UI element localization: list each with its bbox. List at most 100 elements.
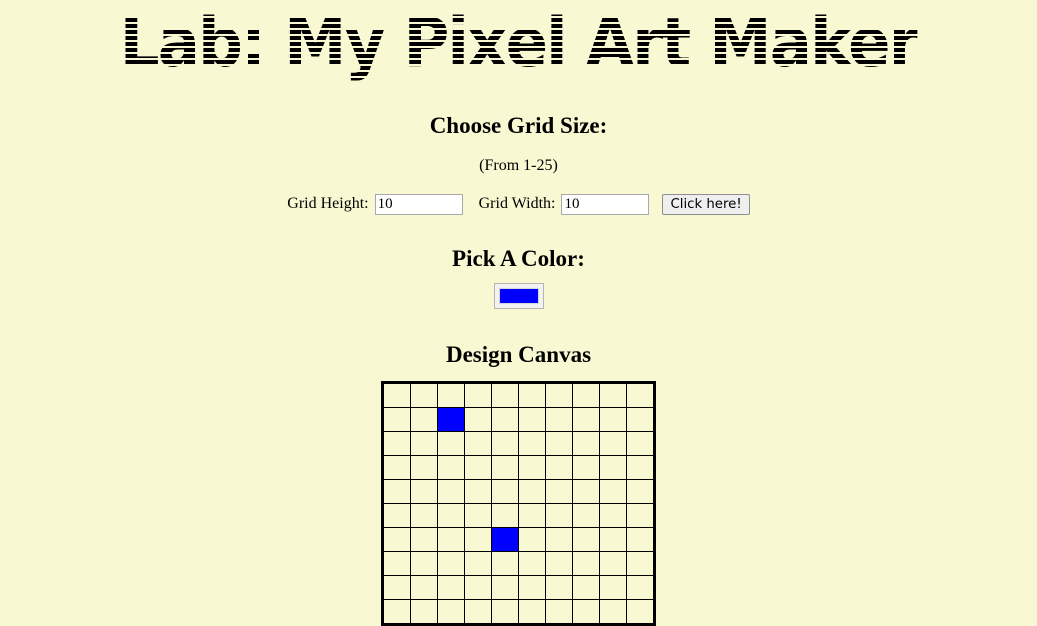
pixel-cell[interactable]: [518, 407, 546, 432]
pixel-cell[interactable]: [572, 575, 600, 600]
pixel-cell[interactable]: [545, 407, 573, 432]
pixel-cell[interactable]: [572, 382, 600, 408]
grid-height-label: Grid Height:: [287, 195, 372, 212]
pixel-cell[interactable]: [599, 455, 627, 480]
pixel-cell[interactable]: [545, 455, 573, 480]
pixel-cell[interactable]: [464, 382, 492, 408]
pixel-cell[interactable]: [382, 382, 411, 408]
pixel-cell[interactable]: [382, 407, 411, 432]
pixel-cell[interactable]: [572, 455, 600, 480]
pixel-cell[interactable]: [437, 551, 465, 576]
pixel-cell[interactable]: [626, 503, 655, 528]
color-picker-heading: Pick A Color:: [452, 246, 585, 271]
pixel-cell[interactable]: [572, 479, 600, 504]
pixel-cell[interactable]: [464, 455, 492, 480]
pixel-cell[interactable]: [410, 575, 438, 600]
pixel-cell[interactable]: [382, 527, 411, 552]
pixel-cell[interactable]: [491, 431, 519, 456]
pixel-cell[interactable]: [464, 527, 492, 552]
pixel-grid-row: [382, 479, 655, 504]
pixel-cell[interactable]: [518, 455, 546, 480]
pixel-cell[interactable]: [382, 551, 411, 576]
pixel-cell[interactable]: [545, 503, 573, 528]
color-picker-input[interactable]: [493, 283, 544, 309]
pixel-cell[interactable]: [545, 575, 573, 600]
pixel-cell[interactable]: [572, 527, 600, 552]
pixel-cell[interactable]: [518, 382, 546, 408]
pixel-cell[interactable]: [572, 551, 600, 576]
pixel-cell[interactable]: [518, 575, 546, 600]
pixel-cell[interactable]: [626, 382, 655, 408]
pixel-cell[interactable]: [518, 551, 546, 576]
pixel-cell[interactable]: [545, 551, 573, 576]
design-canvas-heading: Design Canvas: [445, 342, 592, 367]
pixel-cell[interactable]: [491, 503, 519, 528]
pixel-cell[interactable]: [545, 527, 573, 552]
pixel-cell[interactable]: [545, 479, 573, 504]
pixel-cell[interactable]: [410, 479, 438, 504]
pixel-cell[interactable]: [437, 503, 465, 528]
pixel-cell[interactable]: [410, 431, 438, 456]
pixel-cell[interactable]: [626, 407, 655, 432]
pixel-cell[interactable]: [518, 527, 546, 552]
pixel-cell[interactable]: [599, 551, 627, 576]
pixel-cell[interactable]: [599, 431, 627, 456]
pixel-cell[interactable]: [518, 503, 546, 528]
pixel-cell[interactable]: [518, 431, 546, 456]
pixel-cell[interactable]: [491, 479, 519, 504]
pixel-cell[interactable]: [626, 551, 655, 576]
pixel-cell[interactable]: [626, 479, 655, 504]
pixel-cell[interactable]: [410, 382, 438, 408]
pixel-cell[interactable]: [382, 479, 411, 504]
pixel-cell[interactable]: [491, 527, 519, 552]
pixel-cell[interactable]: [464, 479, 492, 504]
pixel-cell[interactable]: [464, 551, 492, 576]
pixel-cell[interactable]: [410, 551, 438, 576]
pixel-cell[interactable]: [545, 431, 573, 456]
pixel-cell[interactable]: [382, 455, 411, 480]
pixel-grid[interactable]: [381, 381, 656, 626]
pixel-cell[interactable]: [437, 382, 465, 408]
grid-height-input[interactable]: [374, 193, 463, 215]
pixel-cell[interactable]: [382, 575, 411, 600]
pixel-cell[interactable]: [491, 551, 519, 576]
pixel-cell[interactable]: [410, 527, 438, 552]
pixel-cell[interactable]: [410, 455, 438, 480]
pixel-cell[interactable]: [626, 575, 655, 600]
pixel-cell[interactable]: [518, 479, 546, 504]
pixel-cell[interactable]: [545, 382, 573, 408]
grid-width-input[interactable]: [561, 193, 650, 215]
page-header: Lab: My Pixel Art Maker: [0, 0, 1037, 84]
pixel-cell[interactable]: [464, 575, 492, 600]
pixel-cell[interactable]: [437, 527, 465, 552]
pixel-cell[interactable]: [437, 407, 465, 432]
pixel-cell[interactable]: [382, 431, 411, 456]
pixel-cell[interactable]: [599, 503, 627, 528]
pixel-cell[interactable]: [491, 575, 519, 600]
submit-grid-size-button[interactable]: Click here!: [662, 193, 750, 215]
pixel-cell[interactable]: [464, 431, 492, 456]
pixel-cell[interactable]: [599, 527, 627, 552]
pixel-cell[interactable]: [464, 407, 492, 432]
pixel-cell[interactable]: [410, 503, 438, 528]
pixel-cell[interactable]: [464, 503, 492, 528]
pixel-cell[interactable]: [410, 407, 438, 432]
pixel-cell[interactable]: [491, 455, 519, 480]
pixel-cell[interactable]: [491, 407, 519, 432]
pixel-cell[interactable]: [572, 407, 600, 432]
pixel-cell[interactable]: [626, 527, 655, 552]
pixel-cell[interactable]: [491, 382, 519, 408]
pixel-cell[interactable]: [437, 479, 465, 504]
pixel-cell[interactable]: [382, 503, 411, 528]
pixel-cell[interactable]: [572, 503, 600, 528]
pixel-cell[interactable]: [626, 431, 655, 456]
pixel-cell[interactable]: [599, 575, 627, 600]
pixel-cell[interactable]: [437, 455, 465, 480]
pixel-cell[interactable]: [599, 382, 627, 408]
pixel-cell[interactable]: [626, 455, 655, 480]
pixel-cell[interactable]: [437, 431, 465, 456]
pixel-cell[interactable]: [437, 575, 465, 600]
pixel-cell[interactable]: [599, 407, 627, 432]
pixel-cell[interactable]: [572, 431, 600, 456]
pixel-cell[interactable]: [599, 479, 627, 504]
